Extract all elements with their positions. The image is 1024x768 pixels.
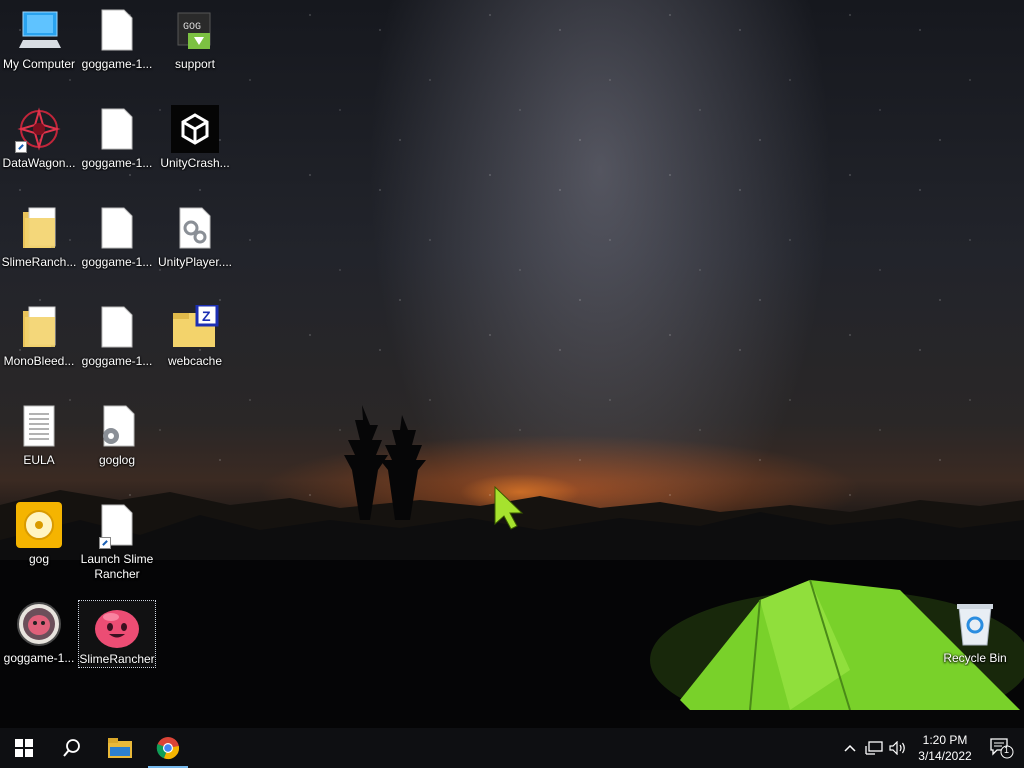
desktop-icon-support[interactable]: GOG support	[157, 2, 233, 98]
blank-file-icon	[93, 6, 141, 54]
recycle-bin-icon	[951, 600, 999, 648]
icon-label: MonoBleed...	[3, 354, 75, 368]
icon-label: SlimeRanch...	[1, 255, 77, 269]
svg-text:Z: Z	[202, 308, 211, 324]
desktop[interactable]: My Computer DataWagon... SlimeRanch... M…	[0, 0, 1024, 728]
icon-label: EULA	[23, 453, 55, 467]
icon-label: Launch Slime Rancher	[80, 552, 154, 581]
text-document-icon	[15, 402, 63, 450]
unity-logo-icon	[171, 105, 219, 153]
computer-icon	[15, 6, 63, 54]
desktop-icon-goggame-2[interactable]: goggame-1...	[79, 101, 155, 197]
desktop-icon-goggame-1[interactable]: goggame-1...	[79, 2, 155, 98]
chrome-icon	[156, 737, 179, 760]
zip-folder-icon: Z	[171, 303, 219, 351]
desktop-icon-goggame-3[interactable]: goggame-1...	[79, 200, 155, 296]
desktop-icon-my-computer[interactable]: My Computer	[1, 2, 77, 98]
desktop-icon-unitycrash[interactable]: UnityCrash...	[157, 101, 233, 197]
blank-file-icon	[93, 303, 141, 351]
folder-icon	[15, 303, 63, 351]
icon-label: gog	[28, 552, 50, 566]
shortcut-arrow-icon	[99, 537, 111, 549]
clock-time: 1:20 PM	[922, 733, 968, 747]
desktop-icon-goglog[interactable]: goglog	[79, 398, 155, 494]
desktop-icon-unityplayer[interactable]: UnityPlayer....	[157, 200, 233, 296]
blank-file-icon	[93, 501, 141, 549]
mouse-cursor-icon	[494, 486, 524, 530]
chrome-button[interactable]	[144, 728, 192, 768]
blank-file-icon	[93, 105, 141, 153]
shortcut-arrow-icon	[15, 141, 27, 153]
desktop-icon-webcache[interactable]: Z webcache	[157, 299, 233, 395]
action-center-button[interactable]: 1	[980, 728, 1024, 768]
notification-icon	[990, 738, 1014, 759]
show-hidden-icons-button[interactable]	[838, 728, 862, 768]
icon-label: SlimeRancher	[79, 652, 155, 667]
chevron-up-icon	[844, 744, 856, 752]
desktop-icon-eula[interactable]: EULA	[1, 398, 77, 494]
gog-support-icon: GOG	[171, 6, 219, 54]
search-icon	[63, 739, 80, 757]
icon-label: goggame-1...	[3, 651, 75, 665]
blank-file-icon	[93, 204, 141, 252]
search-button[interactable]	[48, 728, 96, 768]
icon-label: Recycle Bin	[943, 651, 1007, 665]
icon-label: goggame-1...	[81, 255, 153, 269]
network-button[interactable]	[862, 728, 886, 768]
volume-button[interactable]	[886, 728, 910, 768]
clock-date: 3/14/2022	[918, 749, 972, 763]
dll-gear-file-icon	[171, 204, 219, 252]
icon-label: goggame-1...	[81, 57, 153, 71]
icon-label: goglog	[98, 453, 136, 467]
icon-label: webcache	[167, 354, 223, 368]
icon-label: UnityCrash...	[160, 156, 230, 170]
desktop-icon-goggame-4[interactable]: goggame-1...	[79, 299, 155, 395]
taskbar-clock[interactable]: 1:20 PM 3/14/2022	[910, 732, 980, 764]
folder-icon	[15, 204, 63, 252]
icon-label: goggame-1...	[81, 354, 153, 368]
desktop-icon-recycle-bin[interactable]: Recycle Bin	[937, 596, 1013, 692]
svg-text:GOG: GOG	[183, 22, 201, 33]
desktop-icon-goggame-round[interactable]: goggame-1...	[1, 596, 77, 692]
windows-logo-icon	[15, 739, 33, 757]
desktop-icon-datawagon[interactable]: DataWagon...	[1, 101, 77, 197]
folder-icon	[108, 738, 132, 758]
desktop-icon-monobleed-folder[interactable]: MonoBleed...	[1, 299, 77, 395]
desktop-icon-launch-slime-rancher[interactable]: Launch Slime Rancher	[79, 497, 155, 593]
icon-label: support	[174, 57, 216, 71]
datawagon-icon	[15, 105, 63, 153]
desktop-icon-slimerancher[interactable]: SlimeRancher	[78, 600, 156, 668]
pink-slime-icon	[93, 603, 141, 649]
desktop-icon-slimeranch-folder[interactable]: SlimeRanch...	[1, 200, 77, 296]
slime-rancher-badge-icon	[15, 600, 63, 648]
icon-label: My Computer	[2, 57, 76, 71]
network-icon	[865, 741, 883, 755]
settings-file-icon	[93, 402, 141, 450]
icon-label: goggame-1...	[81, 156, 153, 170]
desktop-icon-gog[interactable]: gog	[1, 497, 77, 593]
icon-label: UnityPlayer....	[157, 255, 233, 269]
file-explorer-button[interactable]	[96, 728, 144, 768]
system-tray: 1:20 PM 3/14/2022 1	[838, 728, 1024, 768]
speaker-icon	[889, 741, 905, 755]
notification-count-badge: 1	[1004, 745, 1010, 755]
icon-label: DataWagon...	[2, 156, 76, 170]
start-button[interactable]	[0, 728, 48, 768]
taskbar: 1:20 PM 3/14/2022 1	[0, 728, 1024, 768]
gog-disc-icon	[15, 501, 63, 549]
